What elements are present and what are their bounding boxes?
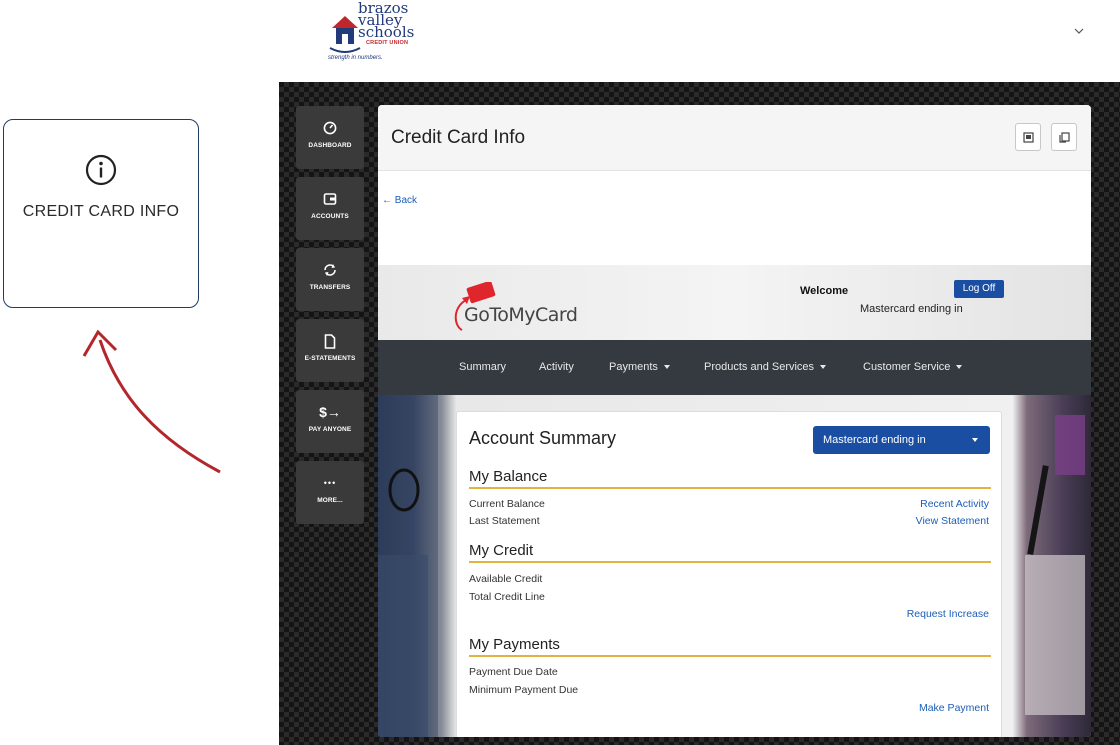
recent-activity-link[interactable]: Recent Activity bbox=[920, 498, 989, 510]
nav-e-statements[interactable]: E-STATEMENTS bbox=[296, 319, 364, 382]
gauge-icon bbox=[296, 118, 364, 138]
desk-photo-right bbox=[1025, 415, 1085, 715]
payment-due-date-label: Payment Due Date bbox=[469, 666, 558, 678]
pointer-arrow bbox=[82, 329, 221, 474]
my-balance-heading: My Balance bbox=[469, 468, 991, 489]
nav-pay-anyone[interactable]: $→ PAY ANYONE bbox=[296, 390, 364, 453]
brand-logo[interactable]: brazos valley schools CREDIT UNION stren… bbox=[328, 0, 428, 64]
last-statement-label: Last Statement bbox=[469, 515, 540, 527]
caret-down-icon bbox=[972, 438, 978, 442]
main-panel: Credit Card Info ← Back GoToMyCard Welco… bbox=[378, 105, 1091, 737]
caret-down-icon bbox=[820, 365, 827, 370]
caret-down-icon bbox=[956, 365, 963, 370]
info-circle-icon bbox=[85, 154, 117, 186]
gotomycard-wordmark: GoToMyCard bbox=[464, 304, 578, 326]
popout-button[interactable] bbox=[1015, 123, 1041, 151]
logo-tagline: strength in numbers. bbox=[328, 55, 383, 61]
card-selector-dropdown[interactable]: Mastercard ending in bbox=[813, 426, 990, 454]
side-nav: DASHBOARD ACCOUNTS TRANSFERS E-STATEMENT… bbox=[296, 106, 364, 532]
callout-label: CREDIT CARD INFO bbox=[22, 203, 180, 220]
wallet-icon bbox=[296, 189, 364, 209]
card-site-nav: Summary Activity Payments Products and S… bbox=[378, 340, 1091, 395]
welcome-text: Welcome bbox=[800, 285, 849, 297]
card-site-header: GoToMyCard Welcome Log Off Mastercard en… bbox=[378, 265, 1091, 340]
account-summary-card: Account Summary Mastercard ending in My … bbox=[456, 411, 1002, 737]
nav-transfers[interactable]: TRANSFERS bbox=[296, 248, 364, 311]
nav-summary[interactable]: Summary bbox=[459, 361, 506, 373]
nav-dashboard[interactable]: DASHBOARD bbox=[296, 106, 364, 169]
credit-card-info-callout: CREDIT CARD INFO bbox=[3, 119, 199, 308]
dollar-arrow-icon: $→ bbox=[319, 404, 341, 420]
card-site-body: Account Summary Mastercard ending in My … bbox=[378, 395, 1091, 737]
window-icon bbox=[1022, 131, 1034, 143]
log-off-button[interactable]: Log Off bbox=[954, 280, 1004, 298]
schoolhouse-logo-icon bbox=[329, 16, 361, 53]
ellipsis-icon: ••• bbox=[323, 478, 337, 488]
chevron-down-icon[interactable] bbox=[1074, 26, 1084, 36]
account-summary-title: Account Summary bbox=[469, 428, 617, 448]
minimum-payment-due-label: Minimum Payment Due bbox=[469, 684, 579, 696]
nav-more[interactable]: ••• MORE... bbox=[296, 461, 364, 524]
nav-customer-service-dropdown[interactable]: Customer Service bbox=[863, 361, 963, 373]
nav-activity[interactable]: Activity bbox=[539, 361, 574, 373]
nav-label: MORE... bbox=[317, 497, 343, 504]
back-link[interactable]: ← Back bbox=[382, 195, 417, 206]
nav-label: ACCOUNTS bbox=[311, 213, 349, 220]
nav-label: E-STATEMENTS bbox=[304, 355, 356, 362]
copy-icon bbox=[1058, 131, 1070, 143]
logo-wordmark: brazos valley schools bbox=[358, 0, 415, 41]
make-payment-link[interactable]: Make Payment bbox=[919, 702, 989, 714]
desk-photo-left bbox=[378, 395, 438, 737]
nav-products-dropdown[interactable]: Products and Services bbox=[704, 361, 827, 373]
view-statement-link[interactable]: View Statement bbox=[916, 515, 989, 527]
available-credit-label: Available Credit bbox=[469, 573, 543, 585]
nav-payments-dropdown[interactable]: Payments bbox=[609, 361, 670, 373]
logo-credit-union: CREDIT UNION bbox=[366, 40, 409, 46]
panel-header: Credit Card Info bbox=[378, 105, 1091, 171]
current-balance-label: Current Balance bbox=[469, 498, 545, 510]
page-title: Credit Card Info bbox=[391, 127, 526, 148]
nav-label: TRANSFERS bbox=[309, 284, 351, 291]
my-credit-heading: My Credit bbox=[469, 542, 991, 563]
caret-down-icon bbox=[663, 365, 670, 370]
total-credit-line-label: Total Credit Line bbox=[469, 591, 545, 603]
gotomycard-logo[interactable]: GoToMyCard bbox=[448, 282, 608, 332]
nav-accounts[interactable]: ACCOUNTS bbox=[296, 177, 364, 240]
my-payments-heading: My Payments bbox=[469, 636, 991, 657]
request-increase-link[interactable]: Request Increase bbox=[907, 608, 989, 620]
document-icon bbox=[296, 331, 364, 351]
card-ending-text: Mastercard ending in bbox=[860, 303, 963, 315]
print-button[interactable] bbox=[1051, 123, 1077, 151]
nav-label: PAY ANYONE bbox=[308, 426, 352, 433]
refresh-icon bbox=[296, 260, 364, 280]
nav-label: DASHBOARD bbox=[308, 142, 352, 149]
